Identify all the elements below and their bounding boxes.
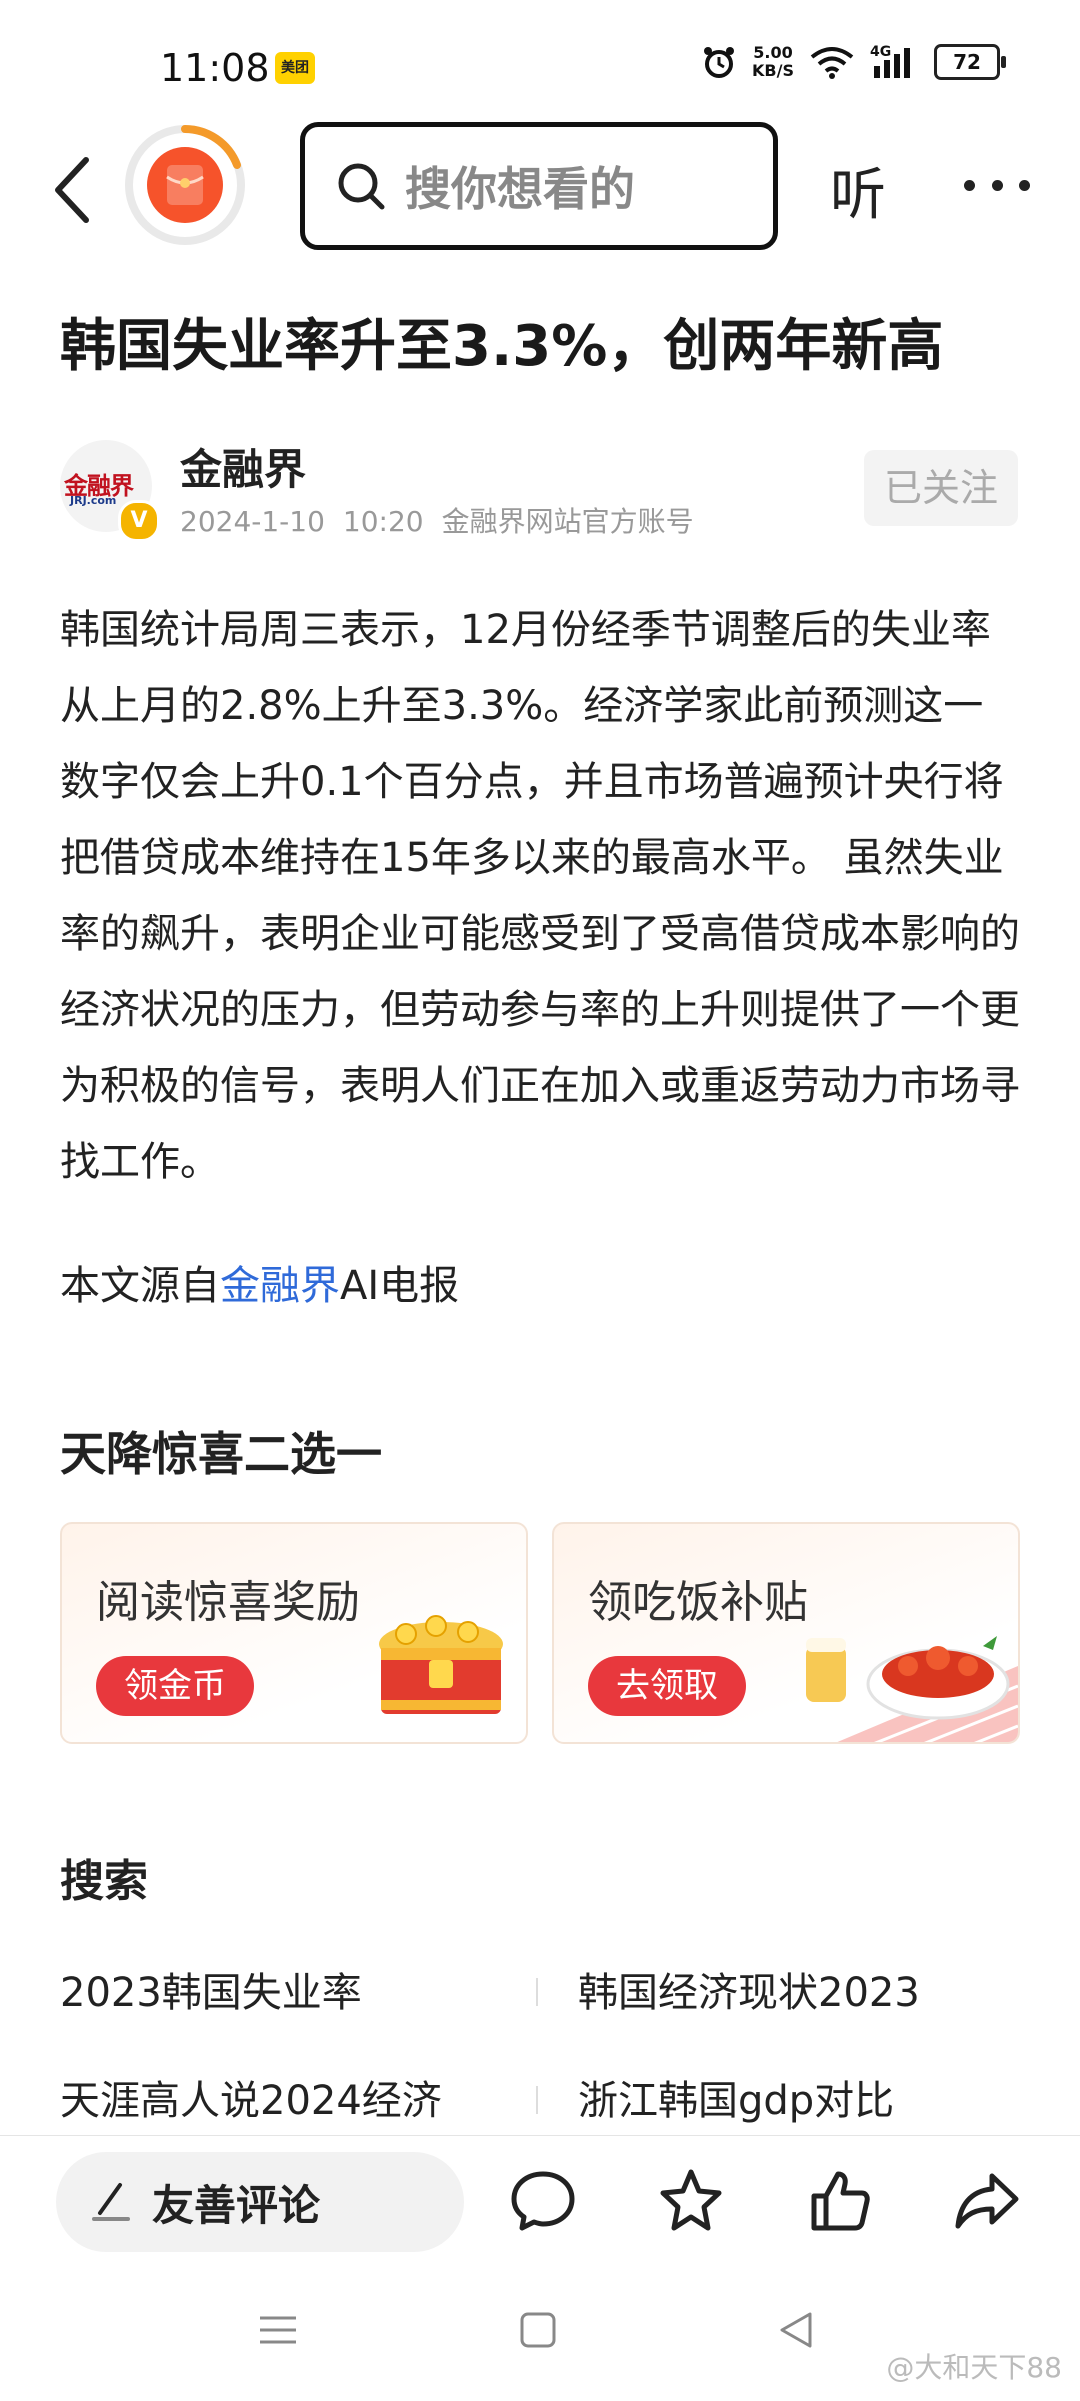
dot-icon [991, 180, 1003, 191]
pen-icon [92, 2183, 130, 2221]
divider [536, 1978, 538, 2006]
author-logo-sub: JRJ.com [70, 494, 117, 507]
promo-card-meal-subsidy[interactable]: 领吃饭补贴 去领取 [552, 1522, 1020, 1744]
back-nav-icon[interactable] [776, 2310, 816, 2350]
cell-signal-icon [874, 48, 910, 78]
verified-badge-icon: V [118, 500, 160, 542]
source-prefix: 本文源自 [60, 1263, 220, 1309]
alarm-icon [704, 47, 735, 78]
treasure-chest-icon [379, 1615, 503, 1714]
watermark: @大和天下88 [886, 2351, 1062, 2384]
dot-icon [1019, 180, 1030, 191]
search-icon [338, 163, 385, 210]
comment-input[interactable]: 友善评论 [56, 2152, 464, 2252]
red-envelope-icon [147, 147, 223, 223]
search-query-link[interactable]: 韩国经济现状2023 [578, 1960, 920, 2018]
article-title: 韩国失业率升至3.3%，创两年新高 [60, 314, 944, 379]
follow-button[interactable]: 已关注 [864, 450, 1018, 526]
search-query-link[interactable]: 浙江韩国gdp对比 [578, 2068, 894, 2126]
article-meta: 2024-1-10 10:20 金融界网站官方账号 [180, 500, 712, 540]
publish-time: 10:20 [342, 505, 424, 538]
red-envelope-reward-button[interactable] [125, 125, 245, 245]
comment-placeholder: 友善评论 [152, 2180, 321, 2230]
share-arrow-icon[interactable] [952, 2166, 1022, 2236]
claim-subsidy-button[interactable]: 去领取 [588, 1656, 746, 1716]
net-speed-value: 5.00 [753, 43, 793, 62]
back-arrow-icon[interactable] [48, 150, 98, 230]
battery-indicator: 72 [934, 44, 1006, 80]
publish-date: 2024-1-10 [180, 505, 325, 538]
search-box[interactable]: 搜你想看的 [300, 122, 778, 250]
author-name[interactable]: 金融界 [180, 436, 306, 497]
comment-bubble-icon[interactable] [508, 2166, 578, 2236]
listen-button[interactable]: 听 [830, 150, 886, 231]
status-bar: 11:08 美团 5.00 KB/S 4G 72 [0, 0, 1080, 140]
claim-coins-button[interactable]: 领金币 [96, 1656, 254, 1716]
source-suffix: AI电报 [340, 1263, 460, 1309]
star-favorite-icon[interactable] [656, 2166, 726, 2236]
dot-icon [964, 180, 975, 191]
signal-indicator: 4G [870, 44, 918, 80]
search-placeholder: 搜你想看的 [405, 162, 635, 216]
promo-card-reading-reward[interactable]: 阅读惊喜奖励 领金币 [60, 1522, 528, 1744]
meituan-app-icon: 美团 [275, 52, 315, 84]
author-description: 金融界网站官方账号 [441, 505, 694, 538]
article-body: 韩国统计局周三表示，12月份经季节调整后的失业率从上月的2.8%上升至3.3%。… [60, 607, 1020, 1185]
net-speed-unit: KB/S [752, 61, 794, 80]
source-link[interactable]: 金融界 [220, 1263, 340, 1309]
network-speed: 5.00 KB/S [752, 44, 794, 80]
status-time: 11:08 [160, 46, 270, 90]
promo-card-title: 领吃饭补贴 [588, 1577, 808, 1628]
wifi-icon [810, 47, 854, 79]
status-icons: 5.00 KB/S 4G 72 [702, 44, 1006, 80]
divider [536, 2086, 538, 2114]
article-source: 本文源自金融界AI电报 [60, 1256, 459, 1316]
home-icon[interactable] [518, 2310, 558, 2350]
search-query-link[interactable]: 天涯高人说2024经济 [60, 2068, 442, 2126]
search-query-link[interactable]: 2023韩国失业率 [60, 1960, 362, 2018]
promo-title: 天降惊喜二选一 [60, 1427, 382, 1481]
recent-apps-icon[interactable] [256, 2310, 300, 2350]
promo-card-title: 阅读惊喜奖励 [96, 1577, 360, 1628]
search-section-title: 搜索 [60, 1856, 148, 1907]
more-menu-icon[interactable] [964, 180, 1030, 192]
thumbs-up-icon[interactable] [804, 2166, 874, 2236]
crayfish-plate-icon [806, 1636, 1018, 1742]
